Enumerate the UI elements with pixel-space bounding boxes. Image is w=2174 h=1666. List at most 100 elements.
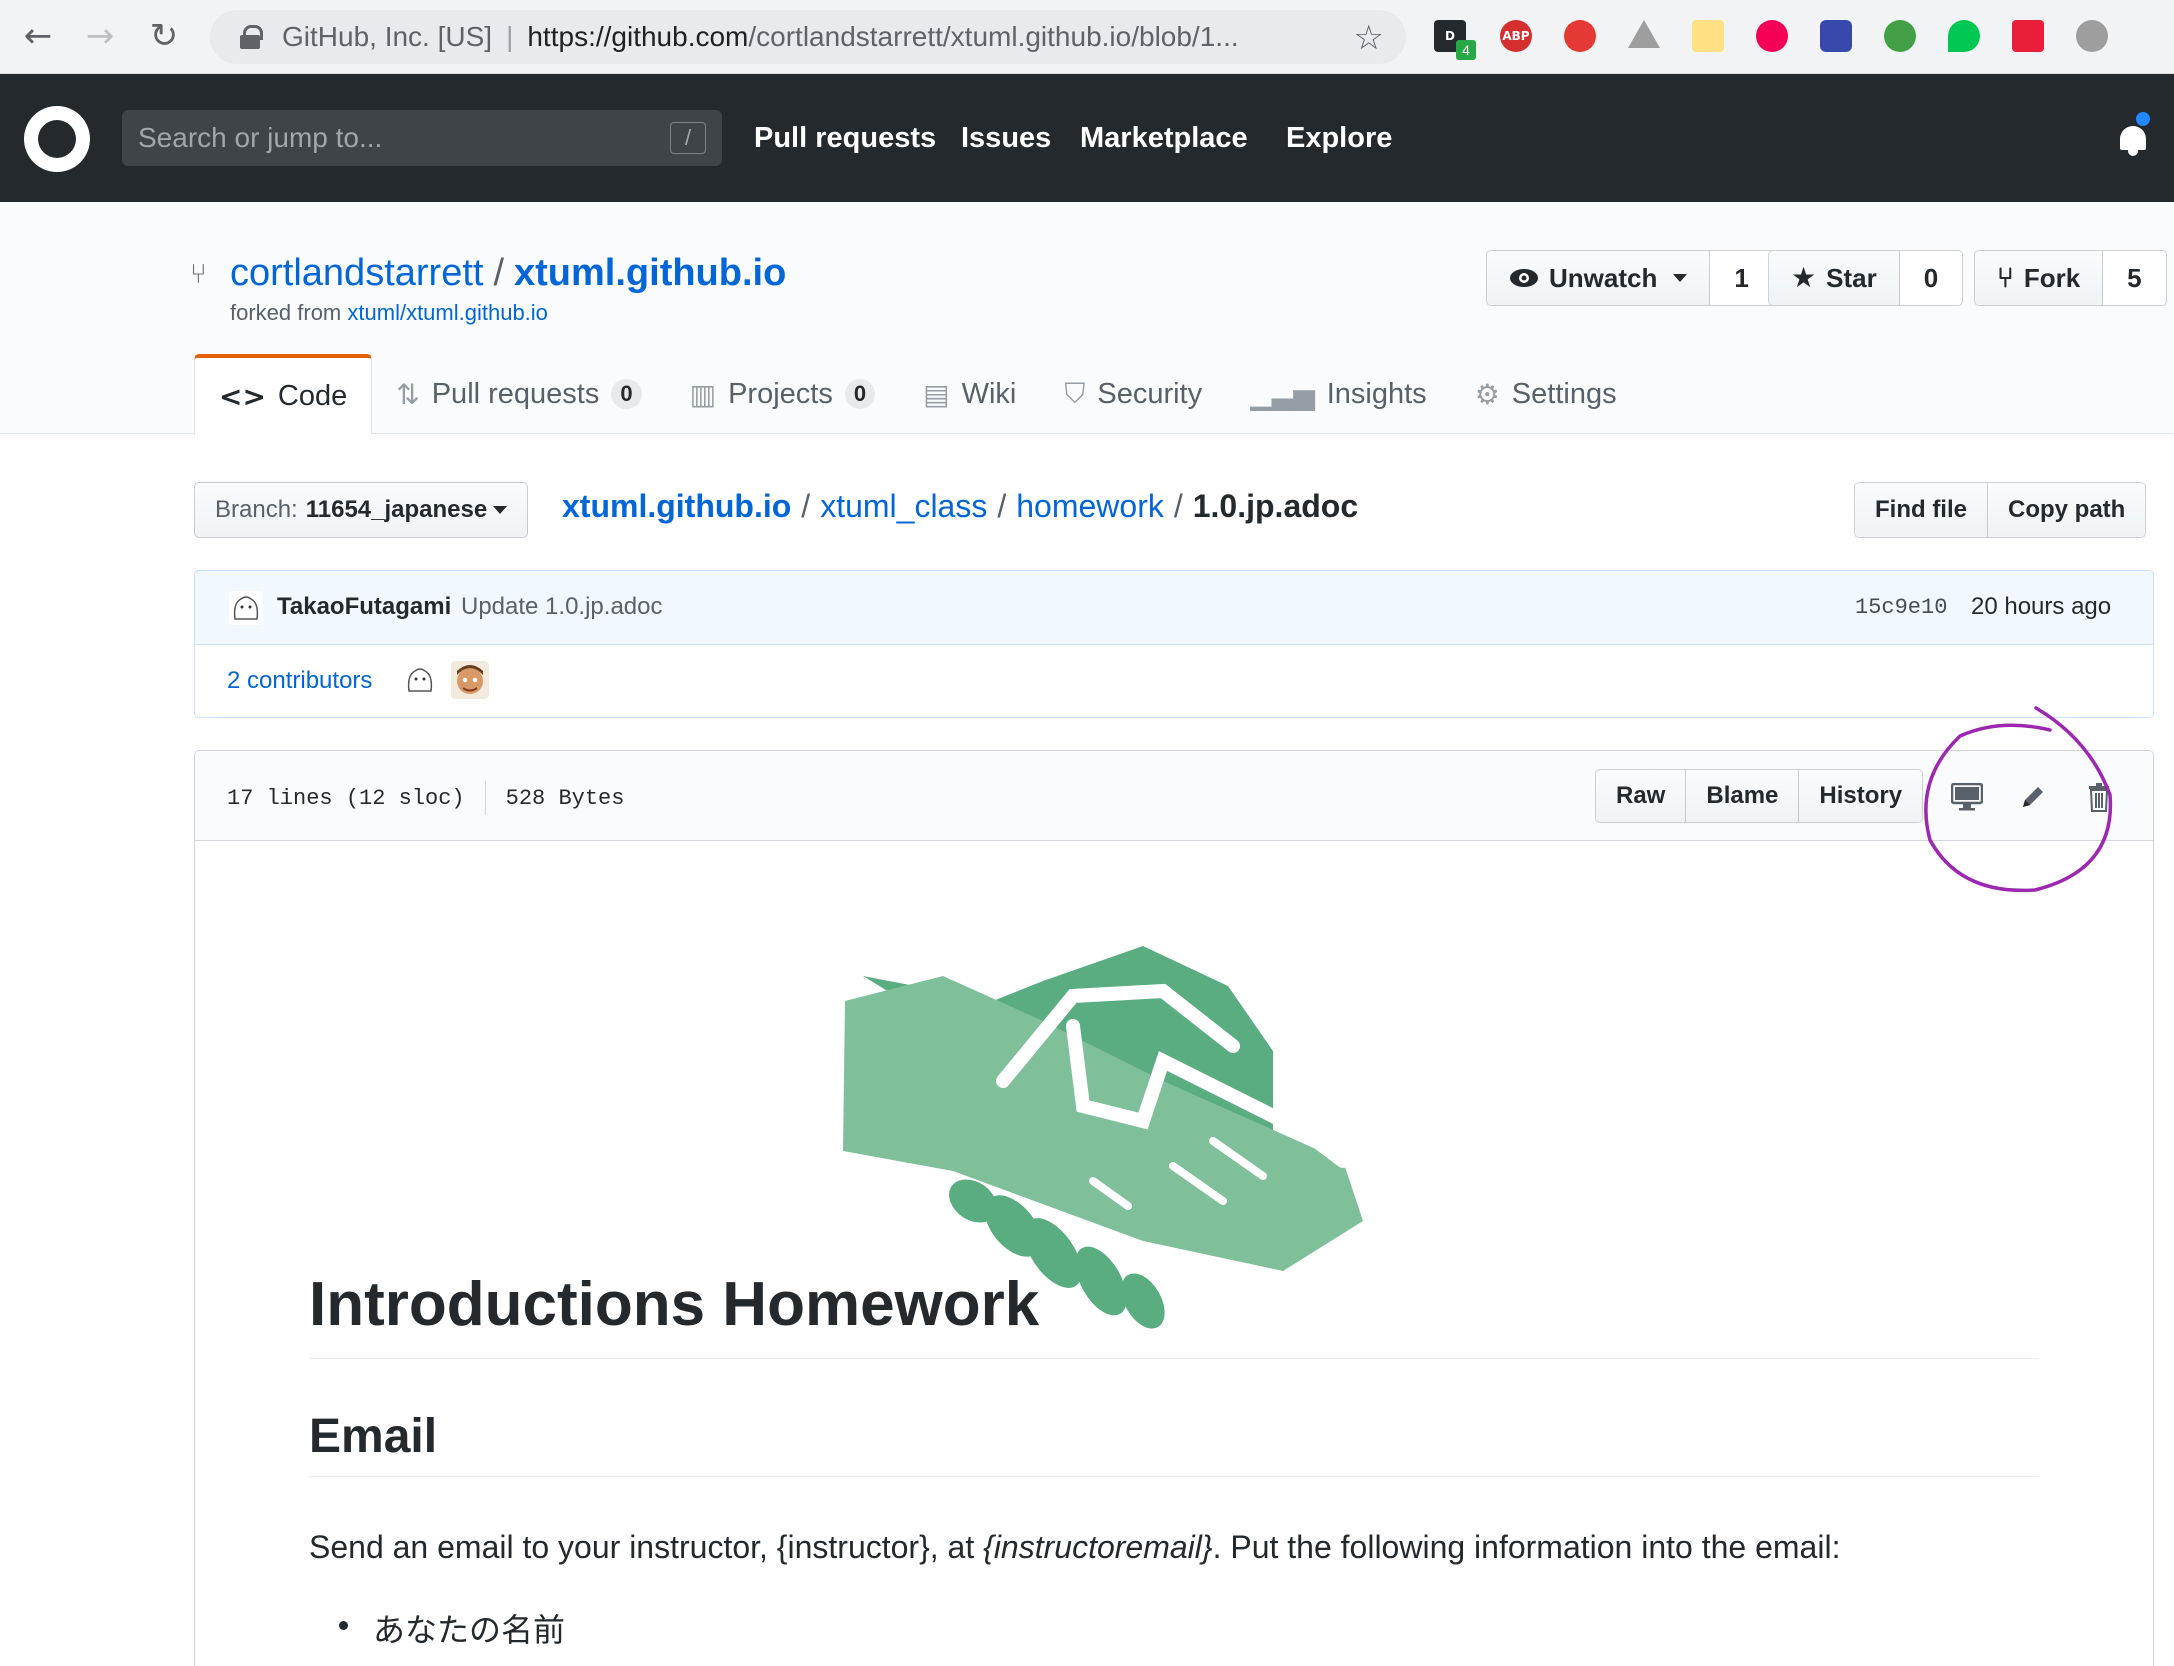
- notification-indicator: [2134, 110, 2152, 128]
- notification-bell-icon[interactable]: [2118, 124, 2148, 156]
- breadcrumb-repo[interactable]: xtuml.github.io: [562, 488, 791, 525]
- tab-insights-label: Insights: [1326, 377, 1427, 410]
- project-icon: ▥: [689, 377, 717, 411]
- tab-projects[interactable]: ▥ Projects 0: [666, 354, 899, 434]
- pull-request-icon: ⇅: [396, 377, 420, 411]
- tab-wiki-label: Wiki: [961, 377, 1017, 410]
- bookmark-star-icon[interactable]: ☆: [1354, 18, 1384, 58]
- branch-name: 11654_japanese: [305, 496, 488, 523]
- tab-insights[interactable]: ▁▃▅ Insights: [1226, 354, 1451, 434]
- fork-button[interactable]: ⑂ Fork: [1975, 251, 2104, 305]
- file-info-divider: [484, 781, 486, 815]
- find-file-button[interactable]: Find file: [1855, 483, 1987, 537]
- watch-button-group: Unwatch 1: [1486, 250, 1774, 306]
- breadcrumb-homework[interactable]: homework: [1016, 488, 1164, 525]
- url-path: /cortlandstarrett/xtuml.github.io/blob/1…: [748, 21, 1239, 52]
- drive-icon[interactable]: [1628, 20, 1660, 48]
- forked-from-link[interactable]: xtuml/xtuml.github.io: [347, 300, 548, 325]
- blame-button[interactable]: Blame: [1685, 770, 1799, 822]
- contributors-row: 2 contributors: [195, 645, 2153, 717]
- desktop-icon[interactable]: [1947, 777, 1987, 817]
- commit-sha[interactable]: 15c9e10: [1855, 595, 1947, 620]
- avatar[interactable]: [403, 663, 437, 697]
- commit-message[interactable]: Update 1.0.jp.adoc: [461, 593, 662, 621]
- github-logo-icon[interactable]: [24, 106, 90, 172]
- tab-pull-requests-label: Pull requests: [431, 377, 600, 410]
- url-host: https://github.com: [527, 21, 749, 52]
- unwatch-button[interactable]: Unwatch: [1487, 251, 1711, 305]
- tab-pull-requests[interactable]: ⇅ Pull requests 0: [372, 354, 665, 434]
- extension-badge: 4: [1456, 40, 1476, 60]
- book-icon: ▤: [923, 377, 950, 411]
- star-icon: ★: [1791, 261, 1817, 294]
- extension-pink-icon[interactable]: [1756, 20, 1788, 52]
- trash-icon[interactable]: [2079, 777, 2119, 817]
- forward-arrow-icon[interactable]: →: [76, 12, 124, 60]
- watch-count[interactable]: 1: [1710, 251, 1773, 305]
- repo-header: ⑂ cortlandstarrett / xtuml.github.io for…: [0, 202, 2174, 435]
- address-bar[interactable]: GitHub, Inc. [US] | https://github.com/c…: [210, 10, 1406, 64]
- fork-icon: ⑂: [1997, 261, 2014, 294]
- repo-title-separator: /: [493, 252, 505, 294]
- file-size: 528 Bytes: [505, 785, 625, 811]
- email-instructions-text: Send an email to your instructor, {instr…: [309, 1529, 984, 1565]
- history-button[interactable]: History: [1798, 770, 1923, 822]
- breadcrumb-xtuml-class[interactable]: xtuml_class: [820, 488, 987, 525]
- pencil-icon[interactable]: [2013, 777, 2053, 817]
- browser-toolbar: ← → ↻ GitHub, Inc. [US] | https://github…: [0, 0, 2174, 74]
- repo-owner-link[interactable]: cortlandstarrett: [230, 252, 483, 295]
- graph-icon: ▁▃▅: [1250, 377, 1315, 411]
- extension-blue-icon[interactable]: [1820, 20, 1852, 52]
- branch-select-button[interactable]: Branch: 11654_japanese: [194, 482, 529, 538]
- extension-red-icon[interactable]: [1564, 20, 1596, 52]
- search-input[interactable]: Search or jump to... /: [122, 110, 722, 166]
- email-instructions-tail: . Put the following information into the…: [1212, 1529, 1841, 1565]
- raw-button[interactable]: Raw: [1596, 770, 1686, 822]
- shield-icon: ⛉: [1064, 377, 1086, 410]
- file-info: 17 lines (12 sloc) 528 Bytes: [227, 781, 624, 815]
- extension-green-icon[interactable]: [1884, 20, 1916, 52]
- extension-grey-icon[interactable]: [2076, 20, 2108, 52]
- hangouts-icon[interactable]: [1948, 20, 1980, 52]
- tab-security[interactable]: ⛉ Security: [1040, 354, 1226, 434]
- copy-path-button[interactable]: Copy path: [1987, 483, 2146, 537]
- lock-icon: [240, 25, 263, 49]
- reload-icon[interactable]: ↻: [140, 12, 188, 60]
- commit-author[interactable]: TakaoFutagami: [277, 593, 451, 621]
- breadcrumb-separator: /: [801, 488, 811, 524]
- gear-icon: ⚙: [1474, 377, 1500, 411]
- chevron-down-icon: [1673, 274, 1688, 282]
- star-button[interactable]: ★ Star: [1769, 251, 1900, 305]
- breadcrumb-separator: /: [997, 488, 1007, 524]
- tab-code-label: Code: [277, 380, 348, 412]
- nav-explore[interactable]: Explore: [1286, 122, 1392, 155]
- star-button-group: ★ Star 0: [1768, 250, 1964, 306]
- commit-tease: TakaoFutagami Update 1.0.jp.adoc 15c9e10…: [194, 570, 2154, 718]
- tab-settings[interactable]: ⚙ Settings: [1451, 354, 1641, 434]
- site-header: Search or jump to... / Pull requests Iss…: [0, 74, 2174, 202]
- tab-code[interactable]: <> Code: [194, 354, 373, 435]
- tab-projects-label: Projects: [728, 377, 833, 410]
- breadcrumb-separator: /: [1173, 488, 1183, 524]
- fork-count[interactable]: 5: [2103, 251, 2166, 305]
- acrobat-icon[interactable]: [2012, 20, 2044, 52]
- tab-wiki[interactable]: ▤ Wiki: [899, 354, 1040, 434]
- list-item: あなたの名前: [338, 1605, 565, 1651]
- back-arrow-icon[interactable]: ←: [14, 12, 62, 60]
- address-divider: |: [506, 21, 514, 52]
- nav-issues[interactable]: Issues: [961, 122, 1051, 155]
- repo-tabs: <> Code ⇅ Pull requests 0 ▥ Projects 0 ▤…: [194, 354, 1641, 435]
- avatar[interactable]: [451, 661, 489, 699]
- forked-from: forked from xtuml/xtuml.github.io: [230, 300, 548, 326]
- instructor-email-placeholder: {instructoremail}: [983, 1529, 1213, 1565]
- extension-note-icon[interactable]: [1692, 20, 1724, 52]
- email-instructions: Send an email to your instructor, {instr…: [309, 1529, 1840, 1566]
- repo-name-link[interactable]: xtuml.github.io: [514, 252, 786, 295]
- contributors-link[interactable]: 2 contributors: [227, 667, 372, 695]
- avatar[interactable]: [229, 591, 263, 625]
- star-count[interactable]: 0: [1899, 251, 1963, 305]
- adblock-icon[interactable]: ABP: [1500, 20, 1532, 52]
- nav-pull-requests[interactable]: Pull requests: [754, 122, 936, 155]
- repo-forked-icon: ⑂: [190, 257, 207, 290]
- nav-marketplace[interactable]: Marketplace: [1080, 122, 1248, 155]
